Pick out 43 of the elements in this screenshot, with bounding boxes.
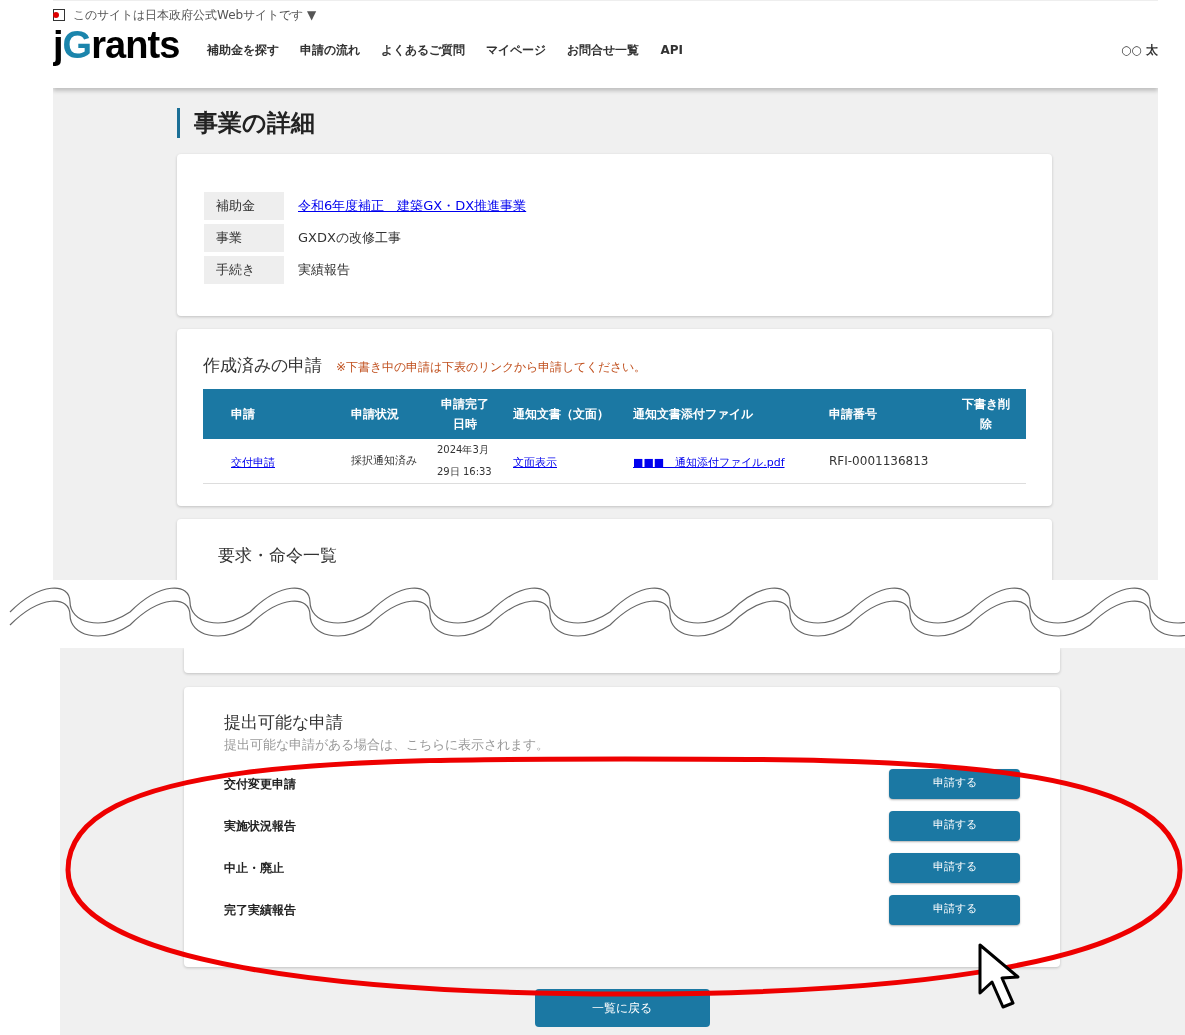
nav-link[interactable]: 申請の流れ bbox=[300, 41, 361, 59]
note-text: ※下書き中の申請は下表のリンクから申請してください。 bbox=[336, 359, 647, 376]
field-label: 補助金 bbox=[204, 192, 284, 220]
logo[interactable]: jGrants bbox=[53, 26, 180, 64]
table-cell-text: RFI-0001136813 bbox=[829, 452, 930, 470]
column-header: 申請状況 bbox=[343, 388, 425, 439]
field-label: 手続き bbox=[204, 256, 284, 284]
subsidy-link[interactable]: 令和6年度補正 建築GX・DX推進事業 bbox=[298, 196, 527, 216]
column-header: 通知文書（文面） bbox=[505, 388, 625, 439]
application-name: 中止・廃止 bbox=[224, 859, 284, 877]
apply-button[interactable]: 申請する bbox=[889, 852, 1020, 883]
apply-button[interactable]: 申請する bbox=[889, 894, 1020, 925]
application-name: 完了実績報告 bbox=[224, 901, 296, 919]
column-header: 下書き削除 bbox=[946, 388, 1026, 439]
column-header: 申請番号 bbox=[821, 388, 946, 439]
column-header: 申請完了日時 bbox=[425, 388, 505, 439]
description-text: 提出可能な申請がある場合は、こちらに表示されます。 bbox=[224, 736, 550, 754]
column-header: 通知文書添付ファイル bbox=[625, 388, 821, 439]
section-title: 要求・命令一覧 bbox=[218, 544, 338, 567]
nav-link[interactable]: API bbox=[660, 41, 683, 59]
field-label: 事業 bbox=[204, 224, 284, 252]
section-title: 作成済みの申請 bbox=[203, 354, 322, 377]
field-value: 実績報告 bbox=[298, 261, 350, 280]
nav-link[interactable]: 補助金を探す bbox=[207, 41, 280, 59]
application-name: 交付変更申請 bbox=[224, 775, 296, 793]
gov-banner[interactable]: このサイトは日本政府公式Webサイトです ▼ bbox=[73, 5, 317, 24]
table-cell-text: 2024年3月29日 16:33 bbox=[437, 442, 493, 479]
table-cell-text: 採択通知済み bbox=[351, 452, 417, 469]
nav-link[interactable]: マイページ bbox=[486, 41, 547, 59]
apply-button[interactable]: 申請する bbox=[889, 768, 1020, 799]
field-value: GXDXの改修工事 bbox=[298, 229, 401, 248]
application-name: 実施状況報告 bbox=[224, 817, 296, 835]
apply-button[interactable]: 申請する bbox=[889, 810, 1020, 841]
table-link[interactable]: ■■■ 通知添付ファイル.pdf bbox=[633, 455, 785, 469]
table-link[interactable]: 交付申請 bbox=[231, 455, 275, 469]
section-title: 提出可能な申請 bbox=[224, 711, 344, 733]
flag-icon bbox=[53, 8, 65, 21]
page-title: 事業の詳細 bbox=[194, 108, 315, 139]
nav-link[interactable]: よくあるご質問 bbox=[381, 41, 466, 59]
user-name[interactable]: ○○ 太 bbox=[1120, 41, 1158, 59]
column-header: 申請 bbox=[203, 388, 343, 439]
nav-link[interactable]: お問合せ一覧 bbox=[567, 41, 640, 59]
table-link[interactable]: 文面表示 bbox=[513, 455, 557, 469]
